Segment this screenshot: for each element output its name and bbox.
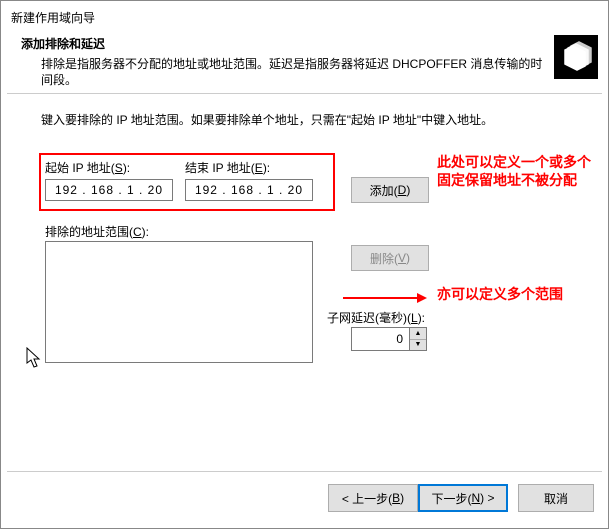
subnet-delay-value[interactable]: 0 [351, 327, 409, 351]
add-button[interactable]: 添加(D) [351, 177, 429, 203]
wizard-heading: 添加排除和延迟 [21, 35, 548, 52]
excluded-range-listbox[interactable] [45, 241, 313, 363]
instruction-text: 键入要排除的 IP 地址范围。如果要排除单个地址，只需在"起始 IP 地址"中键… [41, 111, 493, 128]
subnet-delay-label: 子网延迟(毫秒)(L): [327, 309, 425, 326]
annotation-highlight-box [39, 153, 335, 211]
annotation-note-1: 此处可以定义一个或多个固定保留地址不被分配 [437, 153, 597, 189]
back-button[interactable]: < 上一步(B) [328, 484, 418, 512]
wizard-header: 添加排除和延迟 排除是指服务器不分配的地址或地址范围。延迟是指服务器将延迟 DH… [21, 35, 548, 88]
mouse-cursor-icon [26, 347, 42, 369]
next-button[interactable]: 下一步(N) > [418, 484, 508, 512]
spinner-down-icon[interactable]: ▼ [410, 340, 426, 351]
annotation-arrow-icon [343, 293, 427, 303]
wizard-window: 新建作用域向导 添加排除和延迟 排除是指服务器不分配的地址或地址范围。延迟是指服… [0, 0, 609, 529]
wizard-description: 排除是指服务器不分配的地址或地址范围。延迟是指服务器将延迟 DHCPOFFER … [41, 56, 548, 88]
cancel-button[interactable]: 取消 [518, 484, 594, 512]
annotation-note-2: 亦可以定义多个范围 [437, 285, 597, 303]
footer-separator [7, 471, 602, 472]
files-icon [554, 35, 598, 79]
excluded-range-label: 排除的地址范围(C): [45, 223, 149, 240]
header-separator [7, 93, 602, 94]
spinner-up-icon[interactable]: ▲ [410, 328, 426, 340]
spinner-buttons[interactable]: ▲ ▼ [409, 327, 427, 351]
subnet-delay-spinner[interactable]: 0 ▲ ▼ [351, 327, 427, 351]
delete-button[interactable]: 删除(V) [351, 245, 429, 271]
window-title: 新建作用域向导 [11, 9, 95, 26]
